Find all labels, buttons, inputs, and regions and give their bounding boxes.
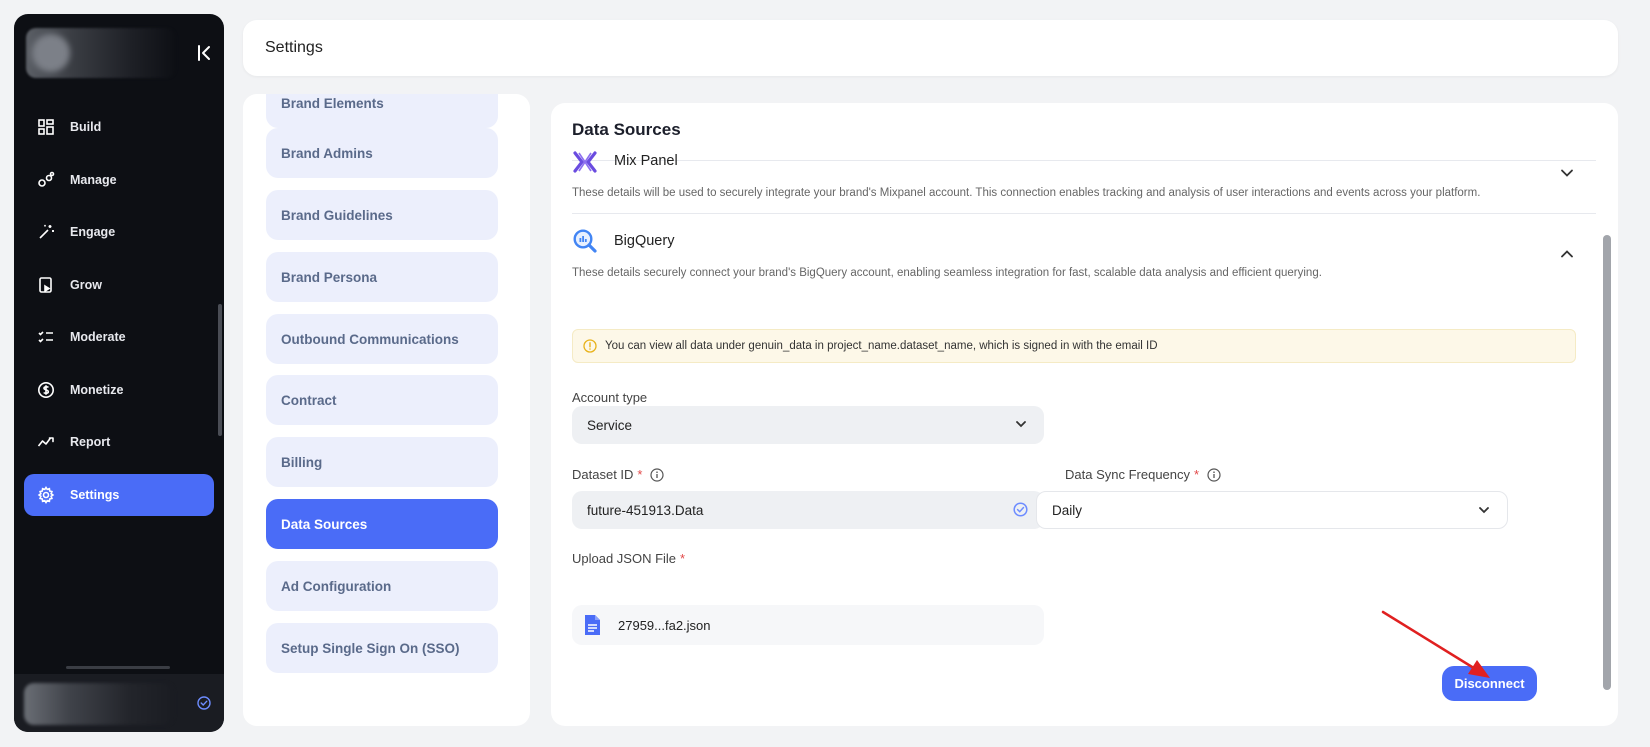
nav-setup-sso[interactable]: Setup Single Sign On (SSO) <box>266 623 498 673</box>
sidebar-item-settings[interactable]: Settings <box>24 473 214 516</box>
mixpanel-title: Mix Panel <box>614 153 678 169</box>
magic-wand-icon <box>36 222 56 242</box>
sidebar-item-moderate[interactable]: Moderate <box>24 316 214 358</box>
info-icon[interactable] <box>650 467 665 482</box>
verified-icon <box>197 696 211 715</box>
workspace-switcher[interactable] <box>26 28 176 78</box>
sync-frequency-select[interactable]: Daily <box>1036 491 1508 529</box>
checklist-icon <box>36 327 56 347</box>
divider <box>66 666 170 669</box>
field-label: Dataset ID <box>572 467 634 482</box>
bigquery-title: BigQuery <box>614 233 675 249</box>
field-label: Data Sync Frequency <box>1065 467 1191 482</box>
file-name: 27959...fa2.json <box>618 617 711 633</box>
sidebar-item-monetize[interactable]: Monetize <box>24 369 214 411</box>
info-notice: You can view all data under genuin_data … <box>572 329 1576 363</box>
page-header: Settings <box>243 20 1618 76</box>
data-sources-panel: Data Sources Mix Panel These details wil… <box>551 103 1618 726</box>
divider <box>572 213 1596 214</box>
required-asterisk: * <box>637 467 643 482</box>
sync-frequency-label: Data Sync Frequency * <box>1065 467 1221 482</box>
account-type-select[interactable]: Service <box>572 406 1044 444</box>
field-label: Upload JSON File <box>572 551 677 566</box>
nav-brand-admins[interactable]: Brand Admins <box>266 128 498 178</box>
chevron-down-icon[interactable] <box>1557 163 1577 183</box>
sidebar-item-label: Build <box>70 120 102 134</box>
trend-icon <box>36 432 56 452</box>
sidebar-item-label: Settings <box>70 487 120 502</box>
nav-data-sources[interactable]: Data Sources <box>266 499 498 549</box>
account-type-label: Account type <box>572 390 647 405</box>
dollar-icon <box>36 380 56 400</box>
sidebar-item-label: Manage <box>70 172 117 187</box>
mixpanel-description: These details will be used to securely i… <box>572 187 1481 199</box>
manage-icon <box>36 170 56 190</box>
chevron-down-icon <box>1477 503 1491 517</box>
nav-outbound-communications[interactable]: Outbound Communications <box>266 314 498 364</box>
sidebar-nav: Build Manage Engage Grow Moderate Moneti… <box>24 106 214 526</box>
dataset-id-value: future-451913.Data <box>587 502 704 518</box>
check-circle-icon <box>1013 502 1028 517</box>
document-icon <box>582 614 602 636</box>
grid-icon <box>36 117 56 137</box>
page-scrollbar[interactable] <box>1634 0 1650 747</box>
panel-scrollbar[interactable] <box>1603 235 1611 690</box>
collapse-sidebar-icon[interactable] <box>192 40 218 66</box>
sidebar-item-label: Monetize <box>70 382 124 397</box>
mixpanel-logo-icon <box>572 149 600 177</box>
gear-icon <box>36 485 56 505</box>
sidebar-item-build[interactable]: Build <box>24 106 214 148</box>
sidebar-item-grow[interactable]: Grow <box>24 264 214 306</box>
nav-billing[interactable]: Billing <box>266 437 498 487</box>
dataset-id-label: Dataset ID * <box>572 467 665 482</box>
sidebar-item-engage[interactable]: Engage <box>24 211 214 253</box>
dataset-id-field[interactable]: future-451913.Data <box>572 491 1044 529</box>
notice-text: You can view all data under genuin_data … <box>605 340 1158 352</box>
field-label: Account type <box>572 390 648 405</box>
sidebar-item-manage[interactable]: Manage <box>24 159 214 201</box>
warning-icon <box>583 339 597 353</box>
chevron-up-icon[interactable] <box>1557 244 1577 264</box>
nav-contract[interactable]: Contract <box>266 375 498 425</box>
uploaded-file[interactable]: 27959...fa2.json <box>572 605 1044 645</box>
user-profile[interactable] <box>14 674 224 732</box>
upload-json-label: Upload JSON File * <box>572 551 685 566</box>
sidebar-item-label: Report <box>70 435 111 449</box>
sync-frequency-value: Daily <box>1052 502 1083 518</box>
required-asterisk: * <box>680 551 686 566</box>
disconnect-button[interactable]: Disconnect <box>1442 666 1537 701</box>
avatar <box>32 34 70 72</box>
sidebar-item-report[interactable]: Report <box>24 421 214 463</box>
sidebar-item-label: Grow <box>70 277 102 292</box>
sidebar-scrollbar[interactable] <box>218 304 222 436</box>
sidebar-item-label: Engage <box>70 225 116 239</box>
bigquery-description: These details securely connect your bran… <box>572 267 1322 279</box>
required-asterisk: * <box>1194 467 1200 482</box>
chevron-down-icon <box>1014 417 1028 431</box>
bigquery-logo-icon <box>572 228 600 256</box>
nav-ad-configuration[interactable]: Ad Configuration <box>266 561 498 611</box>
grow-icon <box>36 275 56 295</box>
info-icon[interactable] <box>1207 467 1221 482</box>
sidebar-item-label: Moderate <box>70 330 126 344</box>
nav-brand-persona[interactable]: Brand Persona <box>266 252 498 302</box>
user-info <box>24 683 174 725</box>
section-title: Data Sources <box>572 120 681 139</box>
page-title: Settings <box>265 39 323 56</box>
divider <box>572 160 1596 161</box>
sidebar: Build Manage Engage Grow Moderate Moneti… <box>14 14 224 732</box>
nav-brand-guidelines[interactable]: Brand Guidelines <box>266 190 498 240</box>
settings-nav: Brand Elements Brand Admins Brand Guidel… <box>243 94 530 726</box>
nav-brand-elements[interactable]: Brand Elements <box>266 94 498 128</box>
account-type-value: Service <box>587 417 633 433</box>
